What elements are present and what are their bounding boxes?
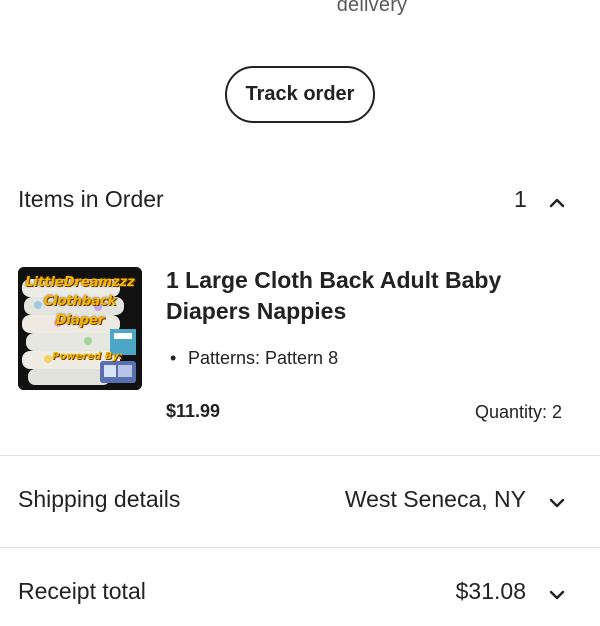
items-count: 1	[514, 186, 527, 212]
track-order-button[interactable]: Track order	[225, 66, 375, 123]
chevron-down-icon[interactable]	[548, 586, 566, 604]
item-variation-text: Patterns: Pattern 8	[188, 348, 339, 368]
thumbnail-brand-line3: Diaper	[55, 313, 105, 328]
shipping-details-row[interactable]: Shipping details West Seneca, NY	[0, 470, 600, 534]
chevron-down-icon[interactable]	[548, 494, 566, 512]
item-thumbnail[interactable]: LittleDreamzzz Clothback Diaper Powered …	[18, 267, 142, 390]
chevron-up-icon[interactable]	[548, 194, 566, 212]
item-title-link[interactable]: 1 Large Cloth Back Adult Baby Diapers Na…	[166, 265, 566, 327]
items-in-order-header[interactable]: Items in Order 1	[0, 178, 600, 226]
item-price: $11.99	[166, 401, 221, 421]
receipt-total-label: Receipt total	[18, 578, 146, 604]
item-variation: • Patterns: Pattern 8	[170, 348, 338, 369]
divider	[0, 455, 600, 456]
shipping-details-label: Shipping details	[18, 486, 181, 512]
divider	[0, 547, 600, 548]
item-quantity: Quantity: 2	[474, 402, 562, 422]
items-in-order-title: Items in Order	[18, 186, 164, 212]
thumbnail-brand-line1: LittleDreamzzz	[25, 275, 135, 290]
receipt-total-row[interactable]: Receipt total $31.08	[0, 562, 600, 626]
thumbnail-brand-line2: Clothback	[43, 294, 117, 309]
thumbnail-footer: Powered By:	[52, 351, 123, 362]
shipping-location: West Seneca, NY	[344, 486, 526, 512]
receipt-total-value: $31.08	[455, 578, 526, 604]
delivery-status-text: delivery	[336, 0, 408, 16]
bullet-icon: •	[170, 348, 177, 368]
